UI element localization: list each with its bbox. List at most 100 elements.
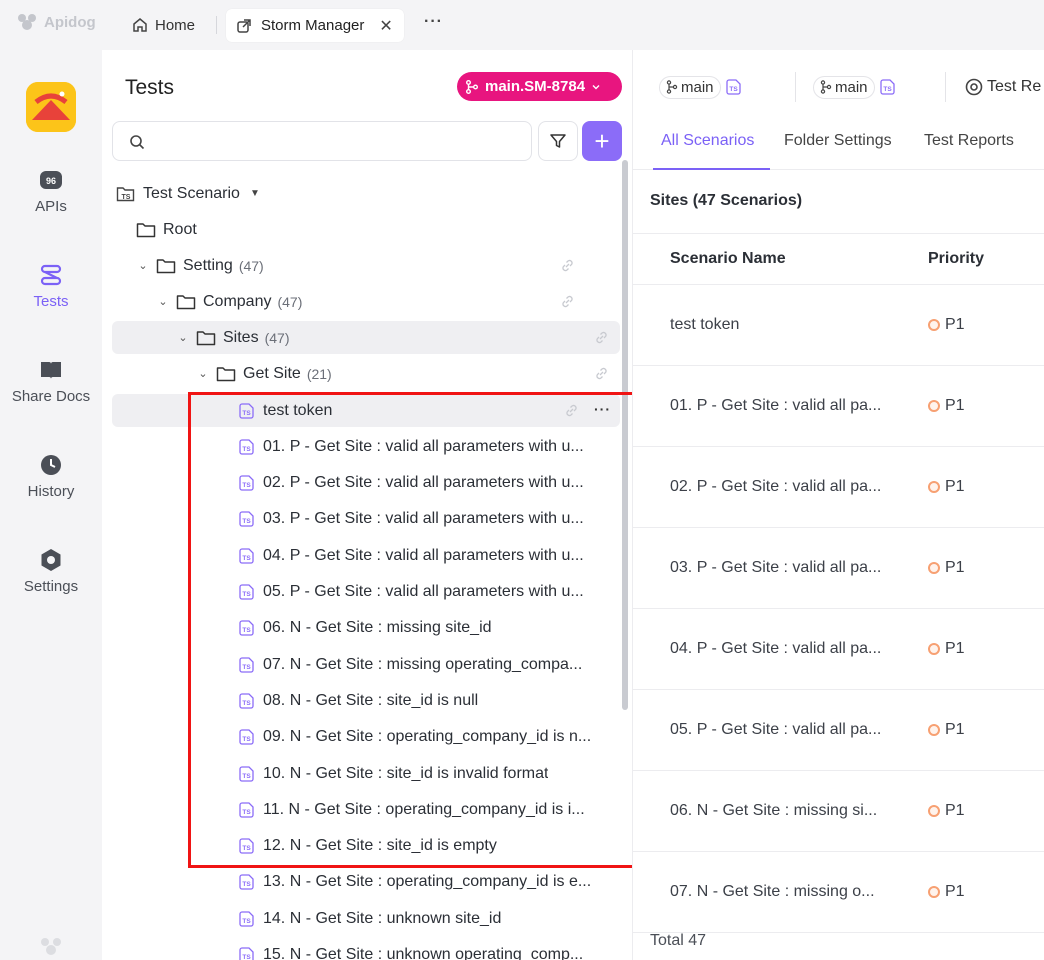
table-row[interactable]: 02. P - Get Site : valid all pa... P1 bbox=[633, 447, 1044, 528]
svg-text:96: 96 bbox=[46, 176, 56, 186]
left-rail: 96 APIs Tests Share Docs History Setting… bbox=[0, 50, 102, 960]
tree-node-root[interactable]: Root bbox=[136, 213, 644, 246]
chevron-down-icon[interactable]: ⌄ bbox=[156, 295, 170, 308]
total-count: Total 47 bbox=[650, 932, 707, 949]
tree-node-label: Root bbox=[163, 220, 197, 238]
search-icon bbox=[130, 135, 145, 150]
more-tabs-icon[interactable]: ··· bbox=[424, 13, 443, 31]
tree-node-get-site[interactable]: ⌄ Get Site (21) bbox=[196, 357, 620, 390]
test-scenario-icon: TS bbox=[239, 874, 254, 891]
rail-item-apis[interactable]: 96 APIs bbox=[0, 168, 102, 215]
tree-node-sites[interactable]: ⌄ Sites (47) bbox=[112, 321, 620, 354]
tab-home[interactable]: Home bbox=[122, 9, 205, 41]
scenario-name-cell: 05. P - Get Site : valid all pa... bbox=[670, 721, 882, 738]
column-header-scenario-name[interactable]: Scenario Name bbox=[670, 250, 786, 268]
priority-cell: P1 bbox=[928, 478, 965, 496]
tree-root-selector[interactable]: TS Test Scenario ▼ bbox=[116, 177, 624, 210]
tree-node-company[interactable]: ⌄ Company (47) bbox=[156, 285, 620, 318]
tree-scenario-item[interactable]: TS 14. N - Get Site : unknown site_id bbox=[112, 902, 620, 935]
table-row[interactable]: 03. P - Get Site : valid all pa... P1 bbox=[633, 528, 1044, 609]
test-scenario-icon: TS bbox=[725, 79, 741, 95]
rail-item-tests[interactable]: Tests bbox=[0, 263, 102, 310]
rail-item-share-docs[interactable]: Share Docs bbox=[0, 358, 102, 405]
table-row[interactable]: 05. P - Get Site : valid all pa... P1 bbox=[633, 690, 1044, 771]
divider bbox=[633, 233, 1044, 234]
scenario-list-panel: main TS main TS Test Re All Scenarios Fo… bbox=[632, 50, 1044, 960]
tab-divider bbox=[216, 16, 217, 34]
tab-storm-manager[interactable]: Storm Manager ✕ bbox=[226, 9, 404, 42]
filter-icon bbox=[550, 134, 566, 148]
link-icon[interactable] bbox=[560, 258, 575, 273]
project-logo[interactable] bbox=[26, 82, 76, 132]
priority-dot-icon bbox=[928, 481, 940, 493]
project-logo-icon bbox=[26, 82, 76, 132]
link-icon[interactable] bbox=[594, 330, 609, 345]
column-header-priority[interactable]: Priority bbox=[928, 250, 984, 268]
branch-selector[interactable]: main.SM-8784 bbox=[457, 72, 622, 101]
priority-dot-icon bbox=[928, 886, 940, 898]
svg-text:TS: TS bbox=[883, 86, 892, 93]
table-row[interactable]: 04. P - Get Site : valid all pa... P1 bbox=[633, 609, 1044, 690]
priority-cell: P1 bbox=[928, 721, 965, 739]
branch-chip-bar: main TS main TS Test Re bbox=[633, 50, 1044, 120]
branch-chip-1[interactable]: main TS bbox=[659, 74, 743, 100]
folder-icon bbox=[196, 330, 216, 345]
tree-node-count: (47) bbox=[264, 329, 290, 346]
chevron-down-icon[interactable]: ⌄ bbox=[176, 331, 190, 344]
tab-all-scenarios[interactable]: All Scenarios bbox=[661, 132, 754, 150]
tree-node-setting[interactable]: ⌄ Setting (47) bbox=[136, 249, 620, 282]
table-row[interactable]: 06. N - Get Site : missing si... P1 bbox=[633, 771, 1044, 852]
tab-storm-manager-label: Storm Manager bbox=[261, 17, 365, 34]
chevron-down-icon[interactable]: ⌄ bbox=[136, 259, 150, 272]
rail-item-history[interactable]: History bbox=[0, 453, 102, 500]
table-row[interactable]: test token P1 bbox=[633, 285, 1044, 366]
add-button[interactable]: + bbox=[582, 121, 622, 161]
scenario-name-cell: 02. P - Get Site : valid all pa... bbox=[670, 478, 882, 495]
filter-button[interactable] bbox=[538, 121, 578, 161]
tree-scenario-item[interactable]: TS 13. N - Get Site : operating_company_i… bbox=[112, 866, 620, 899]
test-reports-chip[interactable]: Test Re bbox=[965, 74, 1041, 100]
tree-scenario-label: 15. N - Get Site : unknown operating_com… bbox=[263, 946, 584, 960]
priority-label: P1 bbox=[945, 397, 965, 414]
priority-label: P1 bbox=[945, 721, 965, 738]
caret-down-icon: ▼ bbox=[249, 188, 260, 199]
close-icon[interactable]: ✕ bbox=[379, 16, 392, 36]
chevron-down-icon[interactable]: ⌄ bbox=[196, 367, 210, 380]
priority-cell: P1 bbox=[928, 397, 965, 415]
rail-item-settings-label: Settings bbox=[23, 578, 79, 595]
table-row[interactable]: 07. N - Get Site : missing o... P1 bbox=[633, 852, 1044, 933]
test-scenario-folder-icon: TS bbox=[116, 186, 135, 201]
scenario-name-cell: 06. N - Get Site : missing si... bbox=[670, 802, 878, 819]
rail-item-history-label: History bbox=[27, 483, 75, 500]
test-reports-chip-label: Test Re bbox=[987, 78, 1042, 95]
table-row[interactable]: 01. P - Get Site : valid all pa... P1 bbox=[633, 366, 1044, 447]
search-input[interactable] bbox=[112, 121, 532, 161]
tab-test-reports[interactable]: Test Reports bbox=[924, 132, 1014, 150]
active-tab-indicator bbox=[653, 168, 770, 170]
rail-item-apis-label: APIs bbox=[35, 198, 67, 215]
branch-chip-2[interactable]: main TS bbox=[813, 74, 897, 100]
tree-scenario-label: 13. N - Get Site : operating_company_id … bbox=[263, 873, 592, 891]
scenario-name-cell: 03. P - Get Site : valid all pa... bbox=[670, 559, 882, 576]
top-bar: Apidog Home Storm Manager ✕ ··· bbox=[0, 0, 1044, 50]
test-scenario-icon: TS bbox=[239, 947, 254, 960]
priority-dot-icon bbox=[928, 724, 940, 736]
rail-item-settings[interactable]: Settings bbox=[0, 548, 102, 595]
branch-chip-box: main bbox=[659, 75, 721, 99]
folder-icon bbox=[216, 366, 236, 381]
priority-cell: P1 bbox=[928, 883, 965, 901]
apidog-footer-icon bbox=[41, 938, 61, 955]
priority-label: P1 bbox=[945, 559, 965, 576]
tab-folder-settings[interactable]: Folder Settings bbox=[784, 132, 892, 150]
section-heading: Sites (47 Scenarios) bbox=[650, 192, 803, 209]
page-title: Tests bbox=[125, 76, 175, 99]
branch-chip-box: main bbox=[813, 75, 875, 99]
api-icon: 96 bbox=[40, 171, 62, 189]
priority-cell: P1 bbox=[928, 802, 965, 820]
priority-dot-icon bbox=[928, 562, 940, 574]
chevron-down-icon bbox=[592, 84, 600, 89]
link-icon[interactable] bbox=[560, 294, 575, 309]
tree-scenario-item[interactable]: TS 15. N - Get Site : unknown operating_c… bbox=[112, 939, 620, 960]
link-icon[interactable] bbox=[594, 366, 609, 381]
svg-text:TS: TS bbox=[242, 918, 251, 925]
